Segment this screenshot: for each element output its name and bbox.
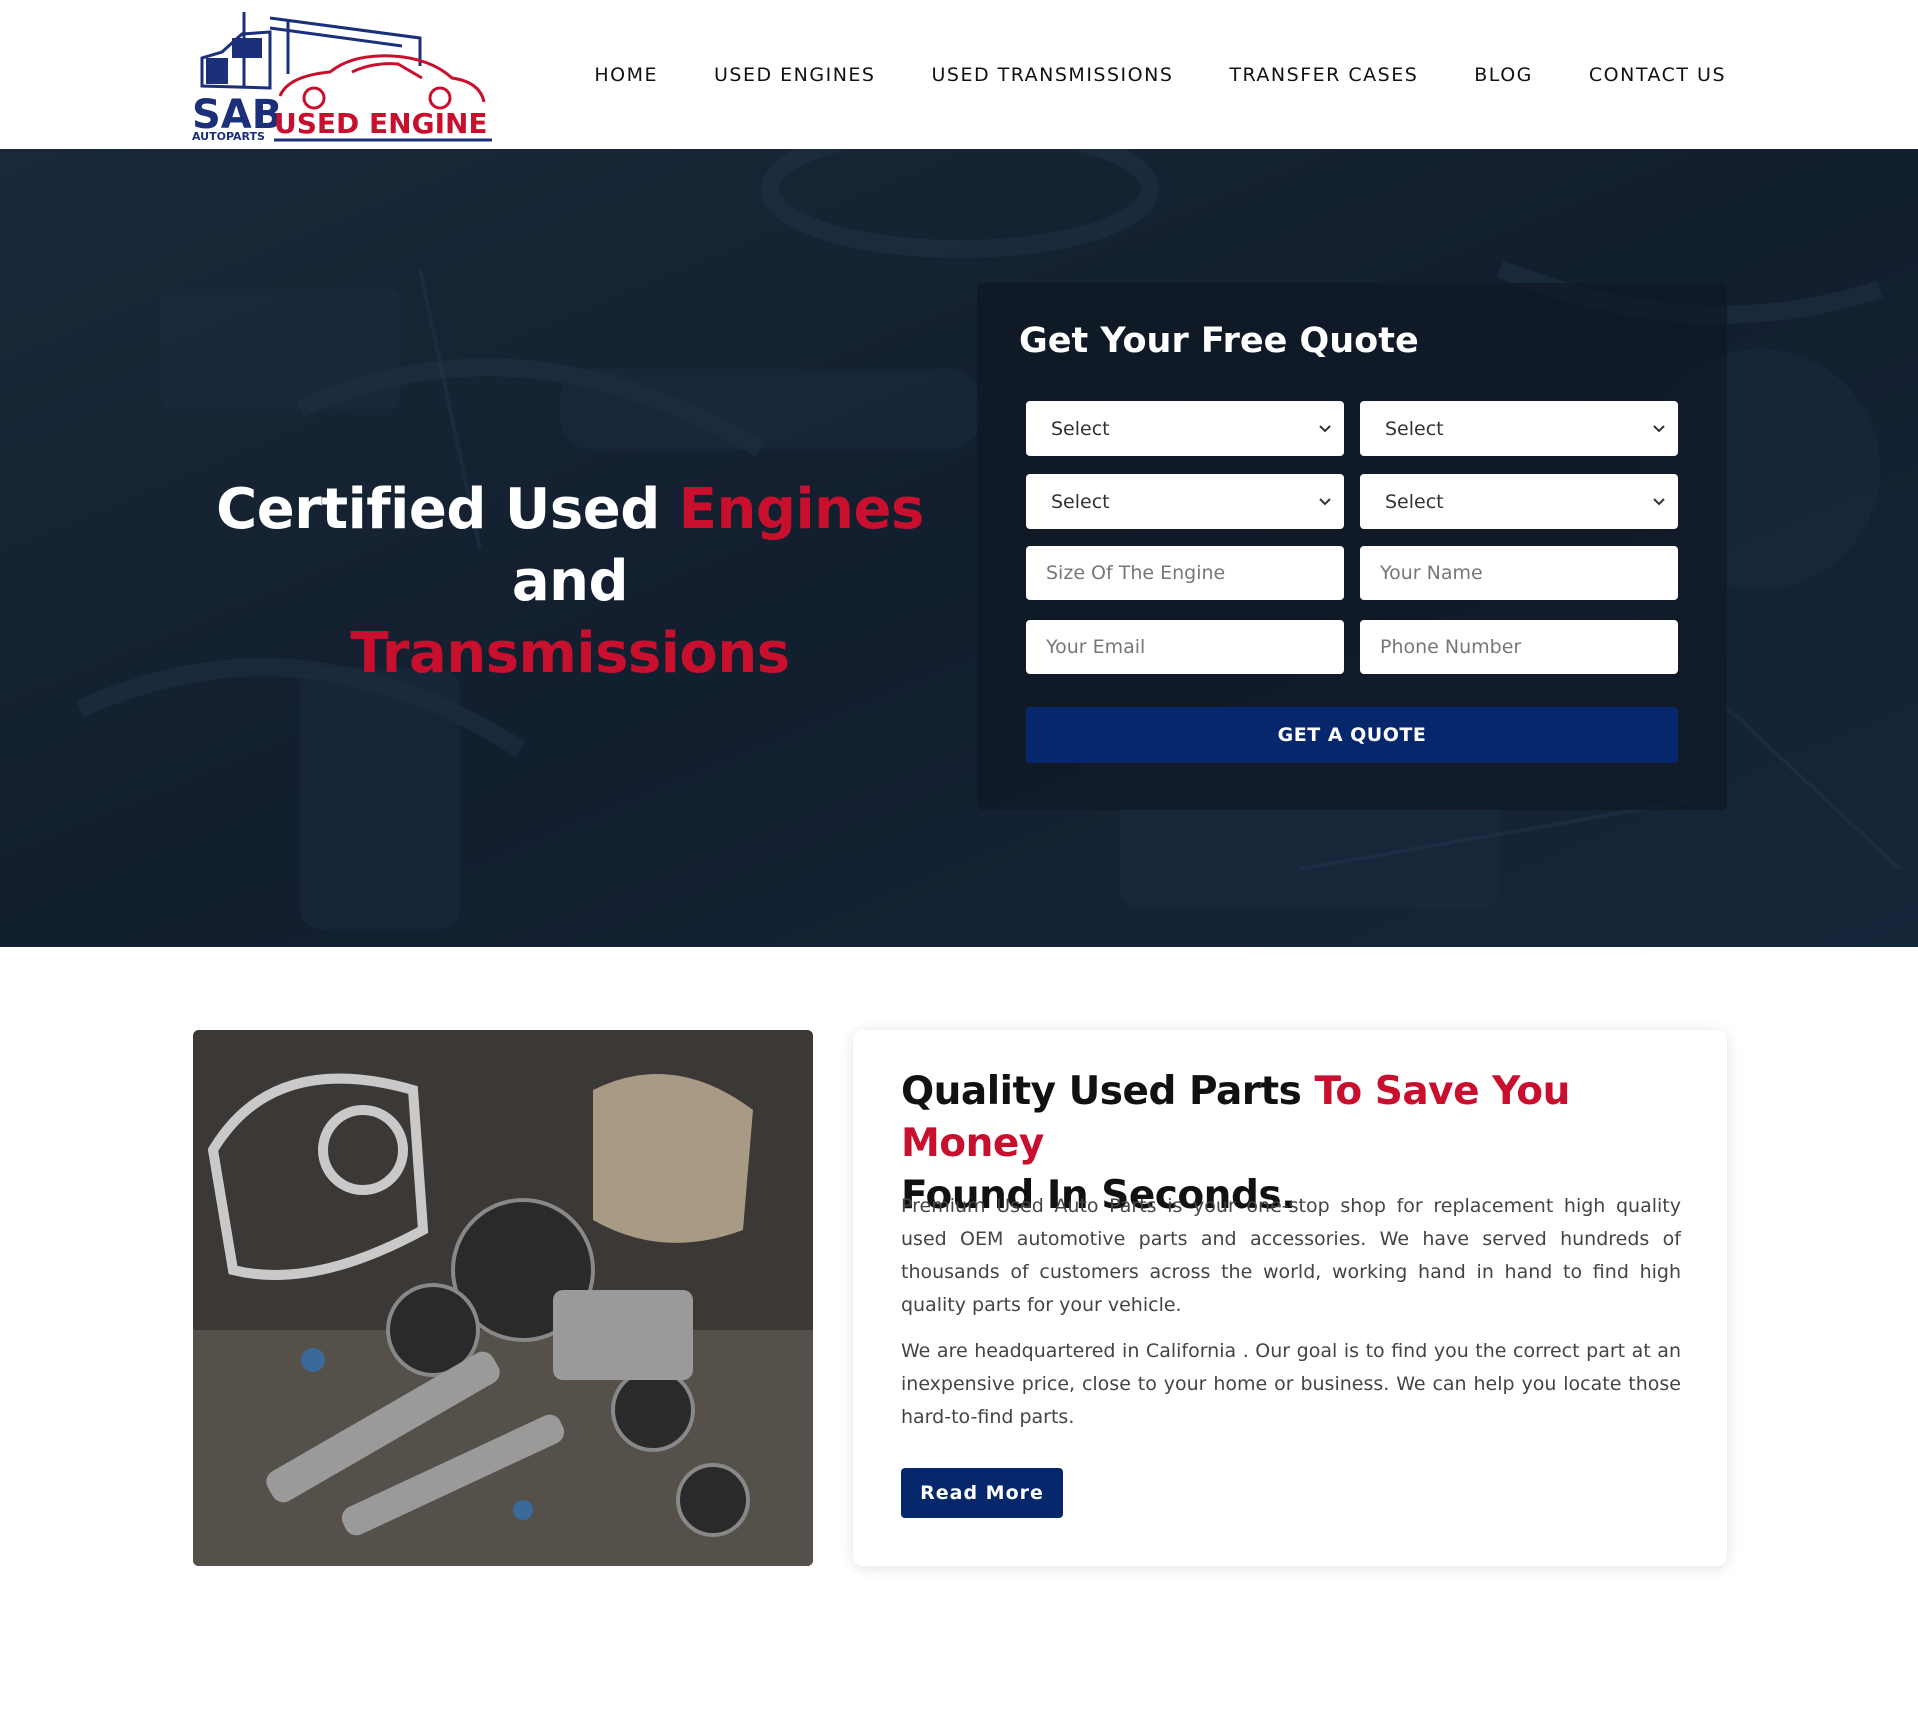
chevron-down-icon: [1653, 425, 1665, 433]
read-more-button[interactable]: Read More: [901, 1468, 1063, 1518]
hero-title-part2: and: [511, 549, 629, 614]
main-nav: HOME USED ENGINES USED TRANSMISSIONS TRA…: [594, 0, 1726, 149]
nav-used-engines[interactable]: USED ENGINES: [714, 64, 875, 86]
site-logo[interactable]: SAB AUTOPARTS USED ENGINE: [192, 6, 492, 144]
input-placeholder: Phone Number: [1380, 636, 1522, 658]
name-input[interactable]: Your Name: [1360, 546, 1678, 600]
get-quote-button[interactable]: GET A QUOTE: [1026, 707, 1678, 763]
chevron-down-icon: [1319, 498, 1331, 506]
site-header: SAB AUTOPARTS USED ENGINE HOME USED ENGI…: [0, 0, 1918, 149]
engine-size-input[interactable]: Size Of The Engine: [1026, 546, 1344, 600]
input-placeholder: Your Email: [1046, 636, 1146, 658]
hero-section: Certified Used Engines and Transmissions…: [0, 149, 1918, 947]
about-paragraph-1: Premium Used Auto Parts is your one-stop…: [901, 1195, 1681, 1316]
hero-title-part1: Certified Used: [216, 477, 679, 542]
select-year[interactable]: Select: [1026, 401, 1344, 456]
about-card: Quality Used Parts To Save You Money Fou…: [853, 1030, 1727, 1566]
quote-form-panel: Get Your Free Quote Select Select Select…: [977, 283, 1727, 810]
input-placeholder: Your Name: [1380, 562, 1483, 584]
svg-text:AUTOPARTS: AUTOPARTS: [192, 130, 265, 143]
select-value: Select: [1385, 490, 1444, 513]
phone-input[interactable]: Phone Number: [1360, 620, 1678, 674]
hero-title: Certified Used Engines and Transmissions: [190, 474, 950, 690]
logo-graphic: SAB AUTOPARTS USED ENGINE: [192, 12, 492, 143]
about-title-part1: Quality Used Parts: [901, 1069, 1315, 1114]
auto-parts-photo: [193, 1030, 813, 1566]
hero-title-highlight-engines: Engines: [678, 477, 925, 542]
nav-used-transmissions[interactable]: USED TRANSMISSIONS: [931, 64, 1173, 86]
select-part[interactable]: Select: [1360, 474, 1678, 529]
select-make[interactable]: Select: [1360, 401, 1678, 456]
quote-form-title: Get Your Free Quote: [1019, 321, 1419, 361]
select-model[interactable]: Select: [1026, 474, 1344, 529]
select-value: Select: [1051, 490, 1110, 513]
select-value: Select: [1051, 417, 1110, 440]
nav-transfer-cases[interactable]: TRANSFER CASES: [1229, 64, 1418, 86]
nav-home[interactable]: HOME: [594, 64, 658, 86]
about-paragraph-2: We are headquartered in California . Our…: [901, 1340, 1681, 1428]
svg-text:USED ENGINE: USED ENGINE: [274, 107, 488, 140]
auto-parts-image: [193, 1030, 813, 1566]
nav-blog[interactable]: BLOG: [1474, 64, 1533, 86]
hero-title-highlight-transmissions: Transmissions: [350, 621, 790, 686]
chevron-down-icon: [1653, 498, 1665, 506]
nav-contact-us[interactable]: CONTACT US: [1589, 64, 1726, 86]
select-value: Select: [1385, 417, 1444, 440]
email-input[interactable]: Your Email: [1026, 620, 1344, 674]
chevron-down-icon: [1319, 425, 1331, 433]
input-placeholder: Size Of The Engine: [1046, 562, 1226, 584]
